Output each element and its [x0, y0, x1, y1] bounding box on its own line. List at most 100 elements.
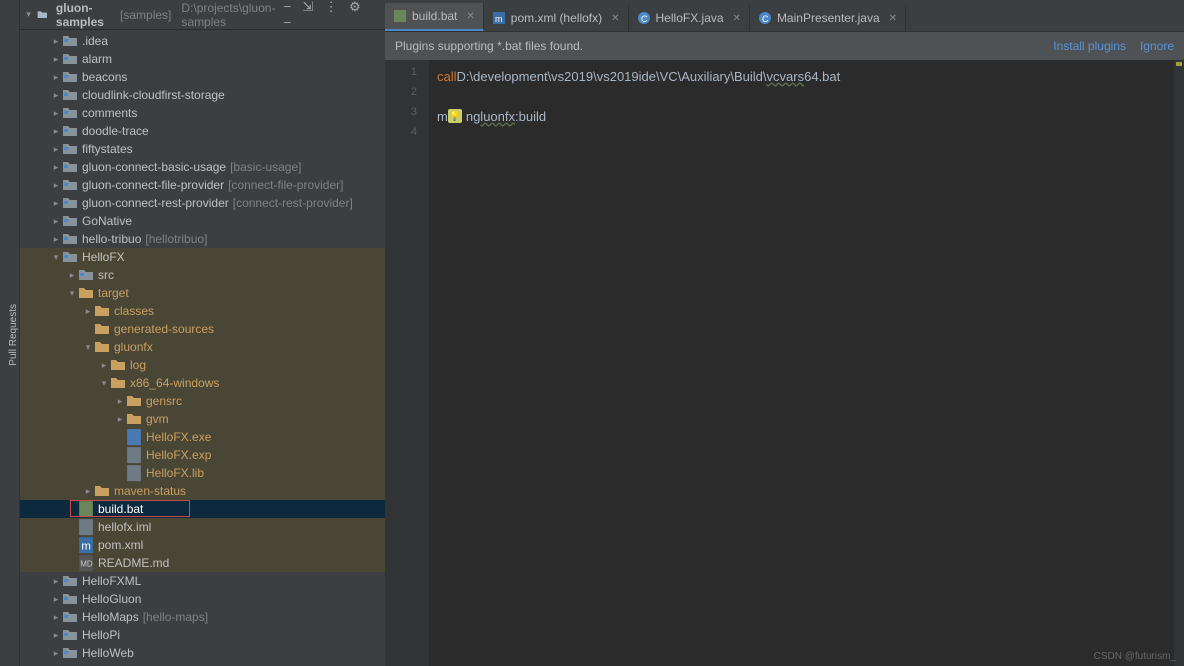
- svg-text:MD: MD: [80, 559, 93, 568]
- tab-build-bat[interactable]: build.bat✕: [385, 3, 484, 31]
- editor-tab-bar: build.bat✕mpom.xml (hellofx)✕CHelloFX.ja…: [385, 0, 1184, 32]
- tree-item-label: src: [98, 268, 114, 282]
- chevron-right-icon[interactable]: ▸: [52, 108, 60, 119]
- chevron-right-icon[interactable]: ▸: [52, 630, 60, 641]
- chevron-down-icon[interactable]: ▾: [52, 252, 60, 263]
- chevron-right-icon[interactable]: ▸: [84, 486, 92, 497]
- chevron-right-icon[interactable]: ▸: [52, 36, 60, 47]
- collapse-icon[interactable]: −: [283, 0, 291, 14]
- module-bracket: [basic-usage]: [230, 160, 301, 174]
- tree-file-build-bat[interactable]: build.bat: [20, 500, 385, 518]
- chevron-right-icon[interactable]: ▸: [52, 54, 60, 65]
- chevron-right-icon[interactable]: ▸: [52, 576, 60, 587]
- close-icon[interactable]: ✕: [889, 13, 897, 24]
- tree-folder-comments[interactable]: ▸comments: [20, 104, 385, 122]
- tree-folder-gluon-connect-file-provider[interactable]: ▸gluon-connect-file-provider[connect-fil…: [20, 176, 385, 194]
- rail-tab-pull-requests[interactable]: Pull Requests: [8, 304, 19, 366]
- chevron-right-icon[interactable]: ▸: [52, 162, 60, 173]
- chevron-right-icon[interactable]: ▸: [52, 90, 60, 101]
- tree-folder-doodle-trace[interactable]: ▸doodle-trace: [20, 122, 385, 140]
- code-editor[interactable]: 1234 call D:\development\vs2019\vs2019id…: [385, 60, 1184, 666]
- tree-folder-hellopi[interactable]: ▸HelloPi: [20, 626, 385, 644]
- chevron-right-icon[interactable]: ▸: [116, 414, 124, 425]
- tree-folder-fiftystates[interactable]: ▸fiftystates: [20, 140, 385, 158]
- code-line[interactable]: m💡n gluonfx:build: [437, 106, 1184, 126]
- tree-folder-hellogluon[interactable]: ▸HelloGluon: [20, 590, 385, 608]
- code-line[interactable]: [437, 126, 1184, 146]
- close-icon[interactable]: ✕: [611, 13, 619, 24]
- chevron-right-icon[interactable]: ▸: [52, 648, 60, 659]
- close-icon[interactable]: ✕: [466, 11, 474, 22]
- plugin-notice-bar: Plugins supporting *.bat files found. In…: [385, 32, 1184, 60]
- code-line[interactable]: [437, 86, 1184, 106]
- tab-pom-xml-hellofx-[interactable]: mpom.xml (hellofx)✕: [484, 5, 629, 31]
- hide-icon[interactable]: −: [283, 15, 291, 30]
- folder-icon: [78, 285, 94, 301]
- tree-folder-x86-64-windows[interactable]: ▾x86_64-windows: [20, 374, 385, 392]
- tree-folder-gvm[interactable]: ▸gvm: [20, 410, 385, 428]
- tree-folder-classes[interactable]: ▸classes: [20, 302, 385, 320]
- chevron-right-icon[interactable]: ▸: [52, 126, 60, 137]
- tree-folder-cloudlink-cloudfirst-storage[interactable]: ▸cloudlink-cloudfirst-storage: [20, 86, 385, 104]
- chevron-right-icon[interactable]: ▸: [52, 594, 60, 605]
- chevron-down-icon[interactable]: ▾: [84, 342, 92, 353]
- tree-folder-log[interactable]: ▸log: [20, 356, 385, 374]
- folder-icon: [62, 195, 78, 211]
- tree-folder-src[interactable]: ▸ src: [20, 266, 385, 284]
- tree-file-hellofx-iml[interactable]: hellofx.iml: [20, 518, 385, 536]
- tree-folder-helloworld[interactable]: ▸HelloWorld: [20, 662, 385, 666]
- tree-folder-hellofx[interactable]: ▾HelloFX: [20, 248, 385, 266]
- warning-marker-icon[interactable]: [1176, 62, 1182, 66]
- tree-folder-alarm[interactable]: ▸alarm: [20, 50, 385, 68]
- chevron-right-icon[interactable]: ▸: [84, 306, 92, 317]
- tree-folder-hello-tribuo[interactable]: ▸hello-tribuo[hellotribuo]: [20, 230, 385, 248]
- chevron-right-icon[interactable]: ▸: [52, 216, 60, 227]
- svg-text:m: m: [495, 14, 503, 24]
- chevron-down-icon[interactable]: ▾: [100, 378, 108, 389]
- project-root-label[interactable]: ▾ gluon-samples [samples] D:\projects\gl…: [26, 1, 275, 29]
- editor-marker-bar[interactable]: [1174, 60, 1184, 666]
- chevron-right-icon[interactable]: ▸: [52, 198, 60, 209]
- close-icon[interactable]: ✕: [733, 13, 741, 24]
- gear-icon[interactable]: ⚙: [349, 0, 361, 14]
- tree-folder--idea[interactable]: ▸.idea: [20, 32, 385, 50]
- intention-bulb-icon[interactable]: 💡: [448, 109, 462, 123]
- tree-folder-beacons[interactable]: ▸beacons: [20, 68, 385, 86]
- chevron-right-icon[interactable]: ▸: [52, 180, 60, 191]
- expand-icon[interactable]: ⇲: [302, 0, 313, 14]
- ignore-link[interactable]: Ignore: [1140, 39, 1174, 53]
- chevron-right-icon[interactable]: ▸: [100, 360, 108, 371]
- tree-folder-gluon-connect-rest-provider[interactable]: ▸gluon-connect-rest-provider[connect-res…: [20, 194, 385, 212]
- tree-file-readme-md[interactable]: MDREADME.md: [20, 554, 385, 572]
- tree-folder-gensrc[interactable]: ▸gensrc: [20, 392, 385, 410]
- code-lines[interactable]: call D:\development\vs2019\vs2019ide\VC\…: [429, 60, 1184, 666]
- tab-hellofx-java[interactable]: CHelloFX.java✕: [629, 5, 750, 31]
- tree-file-hellofx-exp[interactable]: HelloFX.exp: [20, 446, 385, 464]
- root-bracket: [samples]: [120, 8, 171, 22]
- tree-folder-gluonfx[interactable]: ▾gluonfx: [20, 338, 385, 356]
- chevron-right-icon[interactable]: ▸: [52, 234, 60, 245]
- install-plugins-link[interactable]: Install plugins: [1053, 39, 1126, 53]
- tree-folder-hellofxml[interactable]: ▸HelloFXML: [20, 572, 385, 590]
- project-tree[interactable]: ▸.idea▸alarm▸beacons▸cloudlink-cloudfirs…: [20, 30, 385, 666]
- tree-folder-target[interactable]: ▾target: [20, 284, 385, 302]
- chevron-right-icon[interactable]: ▸: [52, 144, 60, 155]
- tree-folder-helloweb[interactable]: ▸HelloWeb: [20, 644, 385, 662]
- tree-folder-gluon-connect-basic-usage[interactable]: ▸gluon-connect-basic-usage[basic-usage]: [20, 158, 385, 176]
- tree-folder-maven-status[interactable]: ▸ maven-status: [20, 482, 385, 500]
- tab-mainpresenter-java[interactable]: CMainPresenter.java✕: [750, 5, 906, 31]
- chevron-right-icon[interactable]: ▸: [52, 72, 60, 83]
- tree-folder-generated-sources[interactable]: generated-sources: [20, 320, 385, 338]
- chevron-down-icon[interactable]: ▾: [68, 288, 76, 299]
- chevron-right-icon[interactable]: ▸: [52, 612, 60, 623]
- tree-folder-gonative[interactable]: ▸GoNative: [20, 212, 385, 230]
- tree-file-hellofx-exe[interactable]: HelloFX.exe: [20, 428, 385, 446]
- tree-folder-hellomaps[interactable]: ▸HelloMaps[hello-maps]: [20, 608, 385, 626]
- tree-file-pom-xml[interactable]: mpom.xml: [20, 536, 385, 554]
- chevron-right-icon[interactable]: ▸: [68, 270, 76, 281]
- code-line[interactable]: call D:\development\vs2019\vs2019ide\VC\…: [437, 66, 1184, 86]
- chevron-right-icon[interactable]: ▸: [116, 396, 124, 407]
- more-icon[interactable]: ⋮: [325, 0, 338, 14]
- tree-file-hellofx-lib[interactable]: HelloFX.lib: [20, 464, 385, 482]
- tree-item-label: maven-status: [114, 484, 186, 498]
